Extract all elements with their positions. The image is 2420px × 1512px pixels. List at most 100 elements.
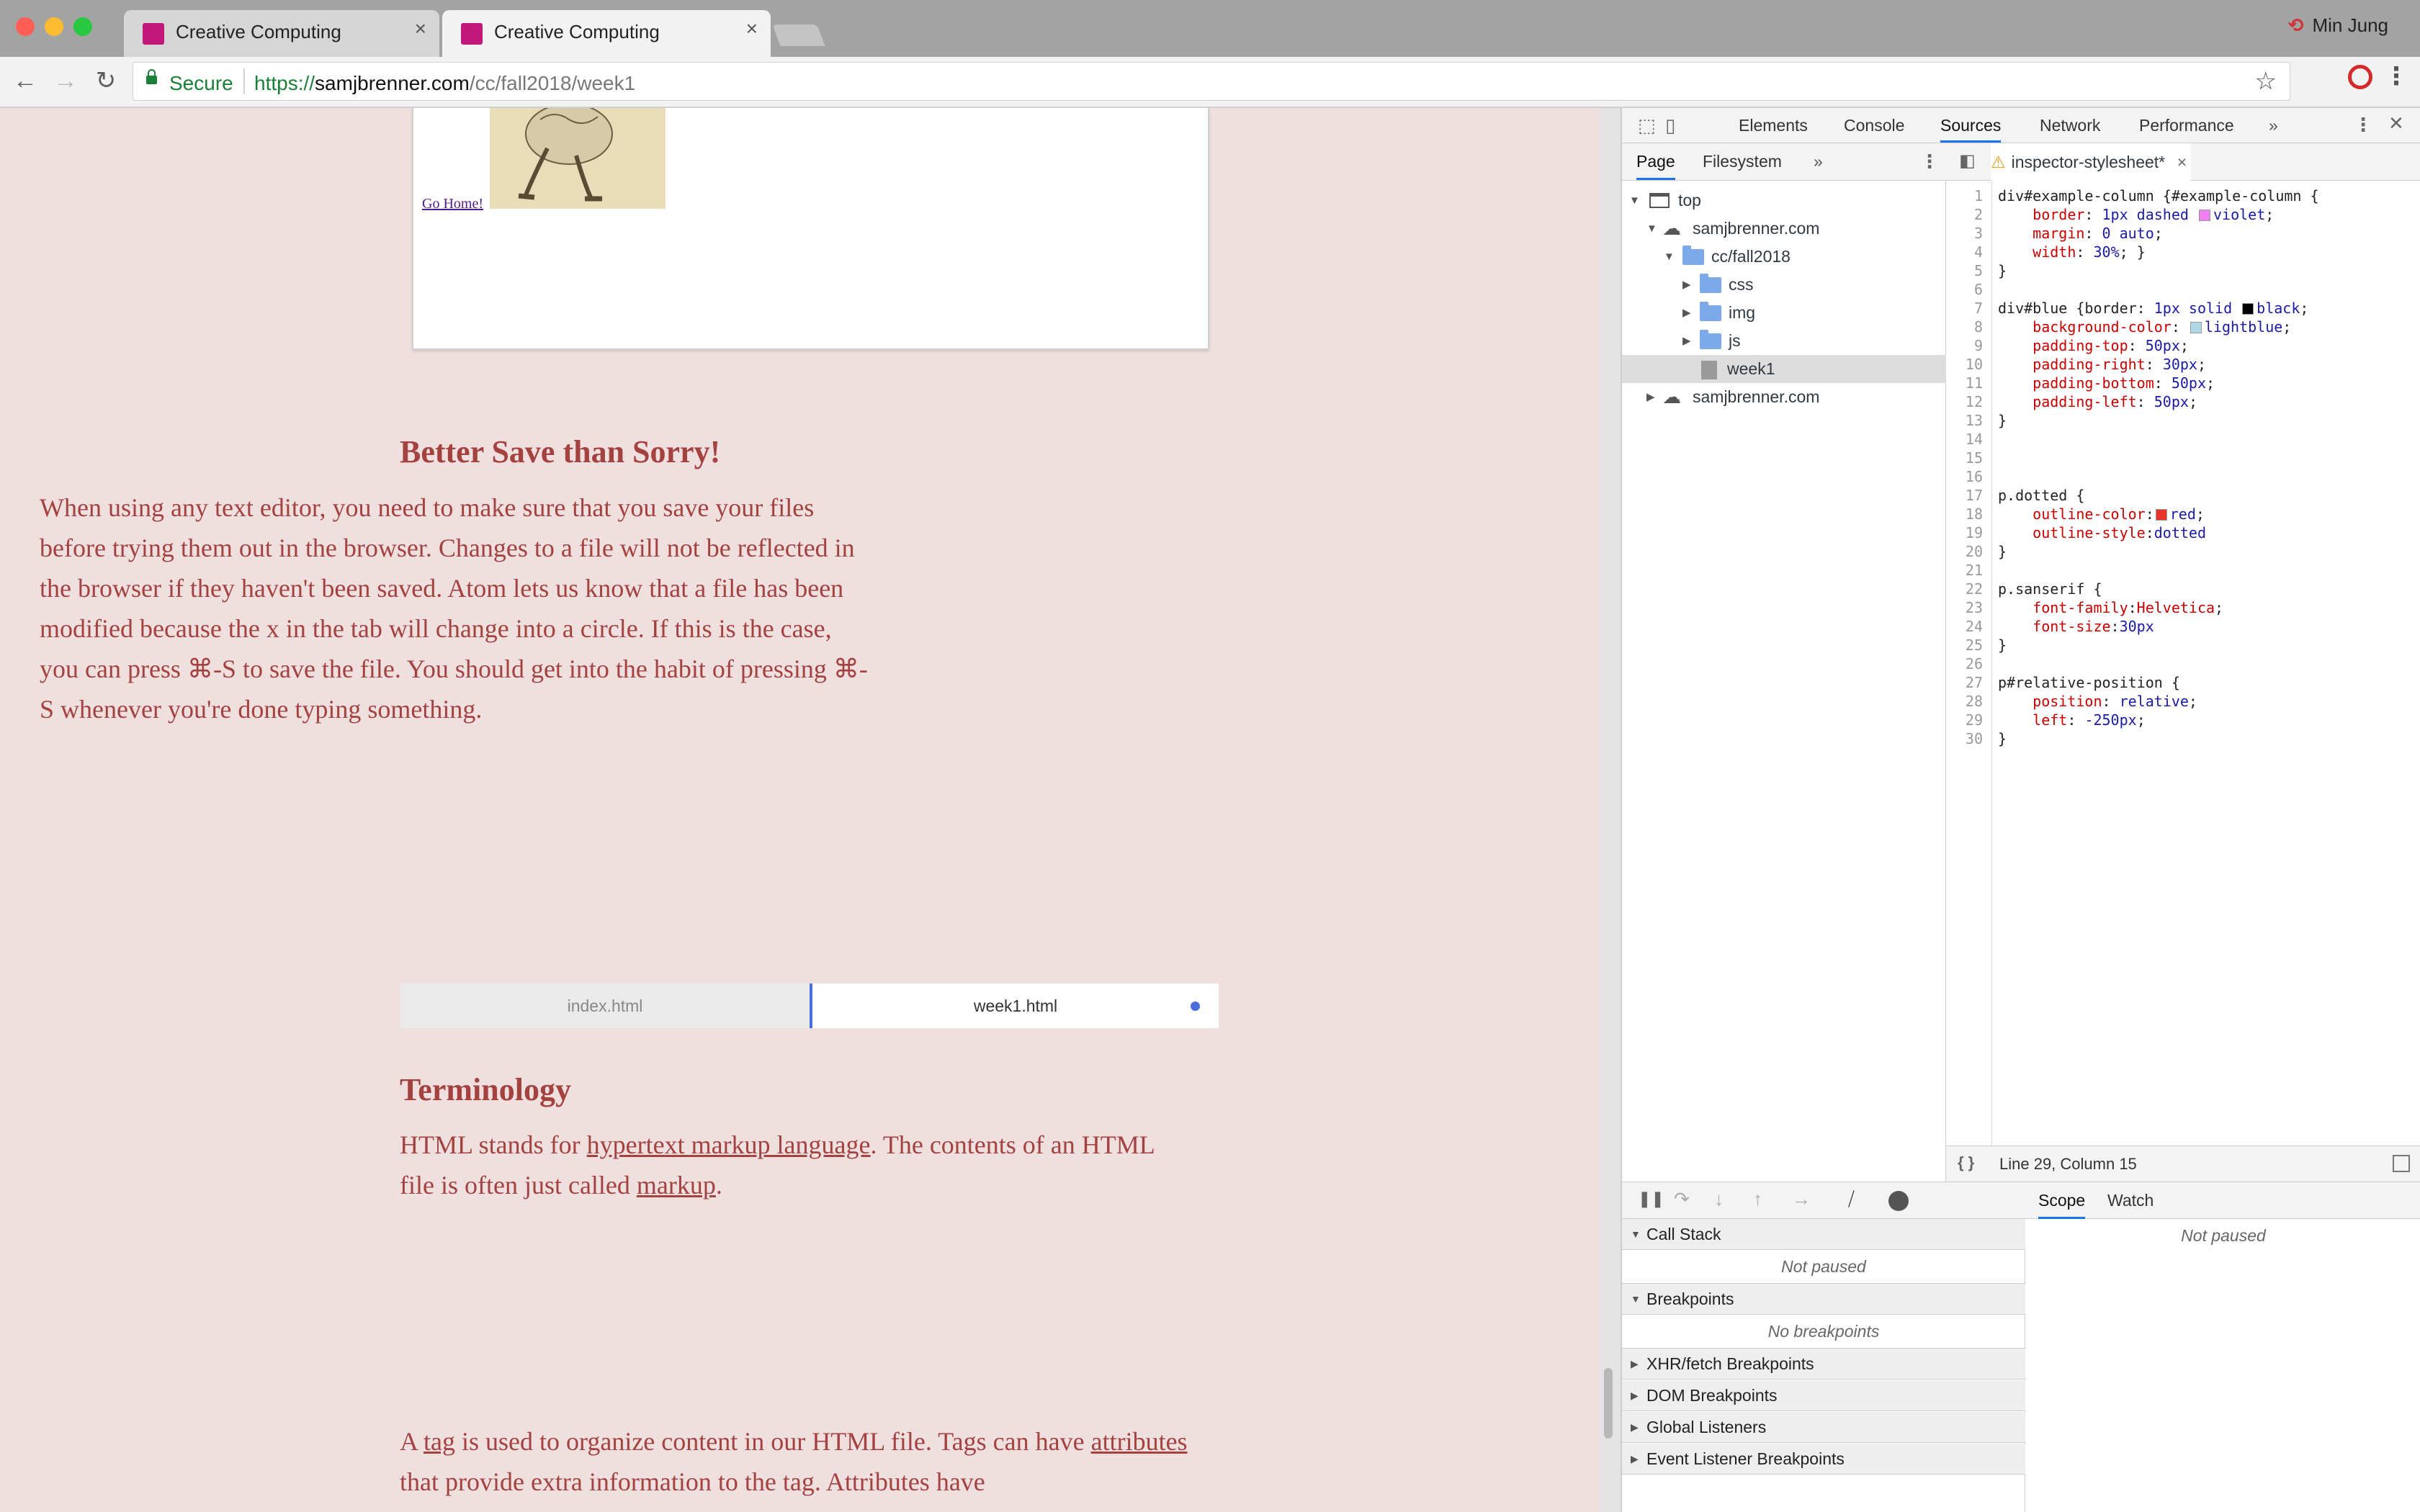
section-xhr-breakpoints[interactable]: ▶ XHR/fetch Breakpoints bbox=[1622, 1349, 2025, 1380]
collapse-arrow-icon[interactable]: ▶ bbox=[1646, 383, 1655, 411]
expand-arrow-icon[interactable]: ▼ bbox=[1646, 215, 1657, 243]
tree-item-css[interactable]: ▶ css bbox=[1622, 271, 1946, 299]
extension-icon[interactable] bbox=[2348, 65, 2372, 89]
toggle-debugger-icon[interactable] bbox=[2393, 1155, 2410, 1172]
atom-tab-week1: week1.html bbox=[810, 984, 1219, 1028]
tab-close-icon[interactable]: × bbox=[746, 19, 758, 39]
step-into-icon[interactable]: ↓ bbox=[1714, 1188, 1724, 1210]
code-line: padding-right: 30px; bbox=[2033, 356, 2207, 373]
tab-elements[interactable]: Elements bbox=[1739, 108, 1808, 143]
section-event-listener-breakpoints[interactable]: ▶ Event Listener Breakpoints bbox=[1622, 1444, 2025, 1475]
section-call-stack[interactable]: ▼ Call Stack bbox=[1622, 1219, 2025, 1250]
pause-icon[interactable]: ❚❚ bbox=[1638, 1189, 1664, 1208]
browser-toolbar: ← → ↻ Secure https://samjbrenner.com/cc/… bbox=[0, 57, 2420, 108]
line-number: 6 bbox=[1973, 281, 1983, 298]
save-paragraph: When using any text editor, you need to … bbox=[40, 493, 868, 724]
code-line: p.sanserif { bbox=[1998, 580, 2102, 598]
expand-arrow-icon: ▼ bbox=[1631, 1228, 1641, 1240]
line-number: 28 bbox=[1965, 693, 1983, 710]
nav-more-icon[interactable]: » bbox=[1814, 143, 1823, 180]
step-over-icon[interactable]: ↷ bbox=[1674, 1188, 1690, 1210]
step-out-icon[interactable]: ↑ bbox=[1753, 1188, 1762, 1210]
code-line: border: 1px dashed violet; bbox=[2033, 206, 2275, 223]
line-number: 11 bbox=[1965, 374, 1983, 392]
code-line: div#example-column {#example-column { bbox=[1998, 187, 2319, 204]
tree-item-domain[interactable]: ▼ ☁ samjbrenner.com bbox=[1622, 215, 1946, 243]
tab-sources[interactable]: Sources bbox=[1940, 108, 2002, 143]
close-devtools-icon[interactable]: ✕ bbox=[2388, 112, 2404, 135]
color-swatch-violet[interactable] bbox=[2198, 210, 2210, 221]
devtools-menu-icon[interactable]: ⋮ bbox=[2354, 114, 2372, 136]
tab-network[interactable]: Network bbox=[2040, 108, 2100, 143]
deactivate-breakpoints-icon[interactable]: ⧸ bbox=[1848, 1188, 1855, 1211]
color-swatch-red[interactable] bbox=[2155, 509, 2167, 521]
folder-icon bbox=[1700, 274, 1721, 293]
duck-illustration bbox=[490, 108, 666, 209]
tag-link[interactable]: tag bbox=[424, 1427, 455, 1456]
line-number: 14 bbox=[1965, 431, 1983, 448]
zoom-window-button[interactable] bbox=[73, 17, 92, 36]
frame-icon bbox=[1649, 193, 1670, 208]
go-home-link[interactable]: Go Home! bbox=[422, 196, 483, 212]
reload-button[interactable]: ↻ bbox=[89, 64, 122, 97]
attributes-link[interactable]: attributes bbox=[1091, 1427, 1188, 1456]
new-tab-button[interactable] bbox=[772, 24, 825, 46]
tab-console[interactable]: Console bbox=[1844, 108, 1904, 143]
code-line: padding-bottom: 50px; bbox=[2033, 374, 2215, 392]
tab-watch[interactable]: Watch bbox=[2107, 1182, 2154, 1219]
code-line: padding-left: 50px; bbox=[2033, 393, 2197, 410]
nav-menu-icon[interactable]: ⋮ bbox=[1920, 150, 1939, 173]
device-toolbar-icon[interactable]: ▯ bbox=[1665, 114, 1675, 137]
close-window-button[interactable] bbox=[16, 17, 35, 36]
expand-arrow-icon: ▼ bbox=[1631, 1293, 1641, 1305]
more-tabs-icon[interactable]: » bbox=[2269, 108, 2278, 143]
tab-close-icon[interactable]: × bbox=[415, 19, 426, 39]
collapse-arrow-icon[interactable]: ▶ bbox=[1682, 327, 1691, 355]
section-breakpoints[interactable]: ▼ Breakpoints bbox=[1622, 1284, 2025, 1315]
tree-item-img[interactable]: ▶ img bbox=[1622, 299, 1946, 327]
inspect-element-icon[interactable]: ⬚ bbox=[1638, 114, 1656, 137]
expand-arrow-icon[interactable]: ▼ bbox=[1664, 243, 1675, 271]
tree-item-js[interactable]: ▶ js bbox=[1622, 327, 1946, 355]
hypertext-link[interactable]: hypertext markup language bbox=[587, 1130, 871, 1159]
tree-item-top[interactable]: ▼ top bbox=[1622, 186, 1946, 215]
tree-item-domain-2[interactable]: ▶ ☁ samjbrenner.com bbox=[1622, 383, 1946, 411]
close-file-icon[interactable]: × bbox=[2177, 143, 2187, 181]
tree-item-cc-fall2018[interactable]: ▼ cc/fall2018 bbox=[1622, 243, 1946, 271]
tree-item-week1[interactable]: week1 bbox=[1622, 355, 1946, 383]
color-swatch-lightblue[interactable] bbox=[2190, 322, 2202, 333]
code-line: } bbox=[1998, 730, 2007, 747]
profile-button[interactable]: ⟲ Min Jung bbox=[2288, 14, 2388, 37]
bookmark-star-icon[interactable]: ☆ bbox=[2255, 67, 2277, 96]
browser-tab-2-active[interactable]: Creative Computing × bbox=[442, 10, 771, 57]
step-icon[interactable]: → bbox=[1792, 1188, 1811, 1210]
tab-scope[interactable]: Scope bbox=[2038, 1182, 2086, 1219]
browser-tab-1[interactable]: Creative Computing × bbox=[124, 10, 439, 57]
page-scrollbar[interactable] bbox=[1604, 1368, 1613, 1439]
tab-performance[interactable]: Performance bbox=[2139, 108, 2234, 143]
section-dom-breakpoints[interactable]: ▶ DOM Breakpoints bbox=[1622, 1380, 2025, 1411]
nav-tab-page[interactable]: Page bbox=[1636, 143, 1675, 180]
pause-on-exceptions-icon[interactable] bbox=[1888, 1191, 1909, 1211]
forward-button[interactable]: → bbox=[49, 64, 82, 97]
line-number: 13 bbox=[1965, 412, 1983, 429]
code-editor[interactable]: div#example-column {#example-column { bo… bbox=[1992, 181, 2420, 1218]
minimize-window-button[interactable] bbox=[45, 17, 63, 36]
collapse-arrow-icon[interactable]: ▶ bbox=[1682, 271, 1691, 299]
section-global-listeners[interactable]: ▶ Global Listeners bbox=[1622, 1412, 2025, 1443]
nav-tab-filesystem[interactable]: Filesystem bbox=[1703, 143, 1782, 180]
tab-title: Creative Computing bbox=[494, 21, 660, 42]
toggle-navigator-icon[interactable]: ◧ bbox=[1959, 150, 1976, 171]
collapse-arrow-icon[interactable]: ▶ bbox=[1682, 299, 1691, 327]
editor-tab-stylesheet[interactable]: ⚠ inspector-stylesheet* × bbox=[1991, 143, 2192, 181]
browser-menu-icon[interactable]: ⋮ bbox=[2384, 62, 2408, 91]
markup-link[interactable]: markup bbox=[637, 1171, 716, 1200]
back-button[interactable]: ← bbox=[9, 64, 42, 97]
url-text[interactable]: https://samjbrenner.com/cc/fall2018/week… bbox=[254, 72, 635, 95]
color-swatch-black[interactable] bbox=[2242, 303, 2254, 315]
expand-arrow-icon[interactable]: ▼ bbox=[1629, 186, 1640, 215]
address-bar[interactable]: Secure https://samjbrenner.com/cc/fall20… bbox=[133, 62, 2290, 101]
example-frame: Go Home! bbox=[412, 108, 1209, 350]
scope-tabbar: Scope Watch bbox=[2025, 1182, 2420, 1219]
pretty-print-icon[interactable]: { } bbox=[1958, 1153, 1974, 1172]
